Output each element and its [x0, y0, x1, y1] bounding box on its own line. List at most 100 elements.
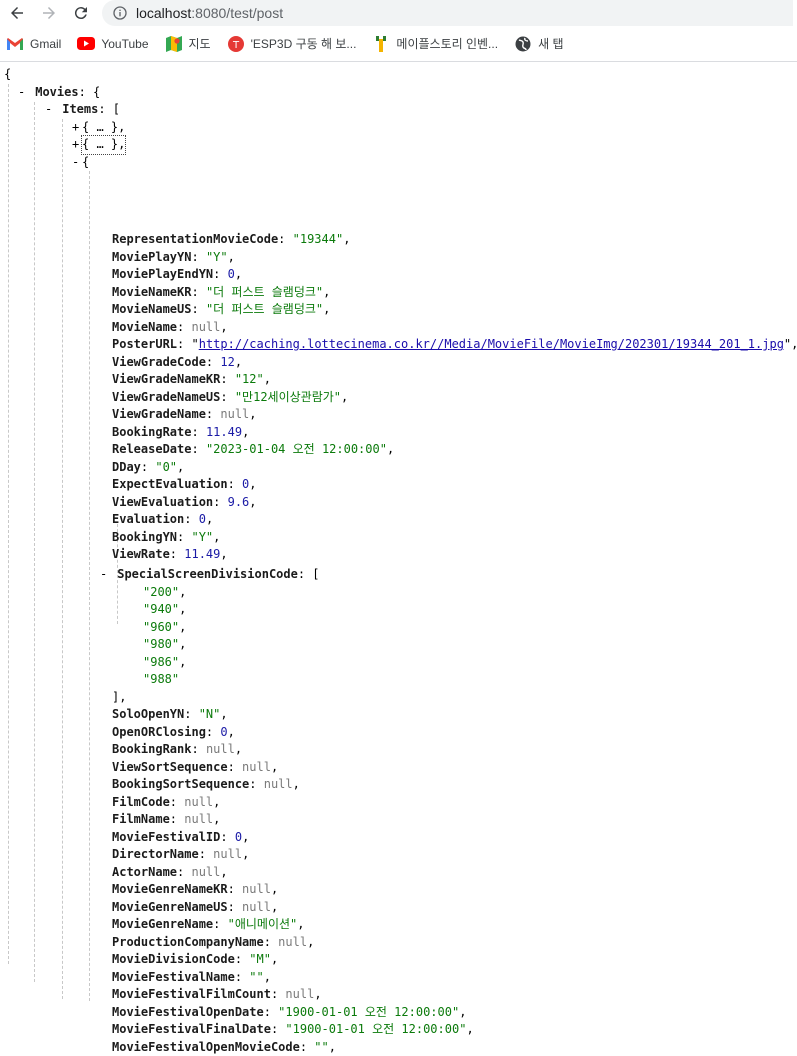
json-property: FilmCode: null,	[112, 794, 220, 812]
bookmark-youtube[interactable]: YouTube	[77, 32, 148, 56]
json-property: ViewGradeNameUS: "만12세이상관람가",	[112, 389, 348, 407]
json-key: MovieFestivalOpenMovieCode	[112, 1040, 300, 1054]
json-value: 0	[228, 267, 235, 281]
json-value: "1900-01-01 오전 12:00:00"	[285, 1022, 466, 1036]
json-key: Evaluation	[112, 512, 184, 526]
json-property: MovieFestivalFinalDate: "1900-01-01 오전 1…	[112, 1021, 474, 1039]
json-array-value: "940",	[143, 601, 186, 619]
reload-icon	[72, 4, 90, 22]
json-movies-node[interactable]: - Movies: {	[18, 84, 100, 102]
expand-toggle[interactable]: +	[72, 119, 82, 137]
json-link[interactable]: http://caching.lottecinema.co.kr//Media/…	[199, 337, 784, 351]
json-property: BookingRank: null,	[112, 741, 242, 759]
json-viewer: { - Movies: { - Items: [ +{ … }, +{ … },…	[0, 62, 797, 66]
bookmark-maps[interactable]: 지도	[165, 32, 211, 56]
json-special-node[interactable]: - SpecialScreenDivisionCode: [	[100, 566, 320, 584]
maps-icon	[165, 36, 183, 52]
json-property: MovieNameUS: "더 퍼스트 슬램덩크",	[112, 301, 330, 319]
browser-toolbar: localhost:8080/test/post	[0, 0, 797, 26]
json-value: "Y"	[191, 530, 213, 544]
bookmark-esp3d[interactable]: T 'ESP3D 구동 해 보...	[227, 32, 357, 56]
collapse-toggle[interactable]: -	[72, 154, 82, 172]
json-key: ViewGradeName	[112, 407, 206, 421]
reload-button[interactable]	[68, 0, 94, 26]
json-key: ViewSortSequence	[112, 760, 228, 774]
json-value: 11.49	[184, 547, 220, 561]
json-value: "N"	[199, 707, 221, 721]
json-collapsed-item[interactable]: +{ … },	[72, 136, 125, 154]
esp3d-icon: T	[227, 36, 245, 52]
json-key: MovieFestivalFinalDate	[112, 1022, 271, 1036]
json-property: MoviePlayYN: "Y",	[112, 249, 235, 267]
json-property: DDay: "0",	[112, 459, 184, 477]
json-key: MoviePlayEndYN	[112, 267, 213, 281]
json-key: ExpectEvaluation	[112, 477, 228, 491]
json-key: ProductionCompanyName	[112, 935, 264, 949]
globe-icon	[514, 36, 532, 52]
json-value: "만12세이상관람가"	[235, 390, 341, 404]
json-value: "더 퍼스트 슬램덩크"	[206, 302, 323, 316]
json-property: MovieFestivalOpenDate: "1900-01-01 오전 12…	[112, 1004, 466, 1022]
json-value: "2023-01-04 오전 12:00:00"	[206, 442, 387, 456]
json-value: 0	[220, 725, 227, 739]
json-property: MovieGenreNameKR: null,	[112, 881, 278, 899]
json-expanded-item[interactable]: -{	[72, 154, 89, 172]
info-icon[interactable]	[112, 5, 128, 21]
json-key: MovieDivisionCode	[112, 952, 235, 966]
json-value: "0"	[155, 460, 177, 474]
json-property: ExpectEvaluation: 0,	[112, 476, 257, 494]
json-property: ActorName: null,	[112, 864, 228, 882]
bookmarks-bar: Gmail YouTube 지도 T 'ESP3D 구동 해 보... 메이플스…	[0, 26, 797, 62]
address-bar[interactable]: localhost:8080/test/post	[102, 0, 793, 26]
json-value: null	[206, 742, 235, 756]
json-key: BookingRate	[112, 425, 191, 439]
json-key: ReleaseDate	[112, 442, 191, 456]
json-collapsed-item[interactable]: +{ … },	[72, 119, 125, 137]
json-value: null	[264, 777, 293, 791]
bookmark-inven[interactable]: 메이플스토리 인벤...	[372, 32, 498, 56]
json-property: MoviePlayEndYN: 0,	[112, 266, 242, 284]
json-key: ViewGradeCode	[112, 355, 206, 369]
indent-guide	[62, 119, 63, 999]
collapse-toggle[interactable]: -	[100, 566, 110, 584]
json-key: BookingSortSequence	[112, 777, 249, 791]
json-property: OpenORClosing: 0,	[112, 724, 235, 742]
json-key: MovieGenreNameKR	[112, 882, 228, 896]
json-array-value: "980",	[143, 636, 186, 654]
json-property: MovieFestivalName: "",	[112, 969, 271, 987]
url-host: localhost	[136, 5, 191, 21]
json-array-close: ],	[112, 689, 126, 707]
json-value: null	[242, 760, 271, 774]
json-key: ViewGradeNameUS	[112, 390, 220, 404]
forward-button[interactable]	[36, 0, 62, 26]
json-property: BookingYN: "Y",	[112, 529, 220, 547]
json-value: null	[220, 407, 249, 421]
json-array-value: "986",	[143, 654, 186, 672]
json-key: MovieFestivalID	[112, 830, 220, 844]
json-property: MovieNameKR: "더 퍼스트 슬램덩크",	[112, 284, 330, 302]
back-button[interactable]	[4, 0, 30, 26]
collapse-toggle[interactable]: -	[45, 101, 55, 119]
json-value: null	[285, 987, 314, 1001]
json-key: OpenORClosing	[112, 725, 206, 739]
json-key: MovieNameUS	[112, 302, 191, 316]
json-value: 11.49	[206, 425, 242, 439]
json-key: DirectorName	[112, 847, 199, 861]
inven-icon	[372, 36, 390, 52]
json-key: ViewRate	[112, 547, 170, 561]
json-key: MovieFestivalName	[112, 970, 235, 984]
json-property: ViewGradeName: null,	[112, 406, 257, 424]
json-property: ViewSortSequence: null,	[112, 759, 278, 777]
json-items-node[interactable]: - Items: [	[45, 101, 120, 119]
json-key: RepresentationMovieCode	[112, 232, 278, 246]
bookmark-gmail[interactable]: Gmail	[6, 32, 61, 56]
json-property: MovieFestivalFilmCount: null,	[112, 986, 322, 1004]
youtube-icon	[77, 36, 95, 52]
json-property: ProductionCompanyName: null,	[112, 934, 314, 952]
collapse-toggle[interactable]: -	[18, 84, 28, 102]
expand-toggle[interactable]: +	[72, 136, 82, 154]
json-array-value: "200",	[143, 584, 186, 602]
json-property: BookingRate: 11.49,	[112, 424, 249, 442]
bookmark-new-tab[interactable]: 새 탭	[514, 32, 563, 56]
json-value: "Y"	[206, 250, 228, 264]
